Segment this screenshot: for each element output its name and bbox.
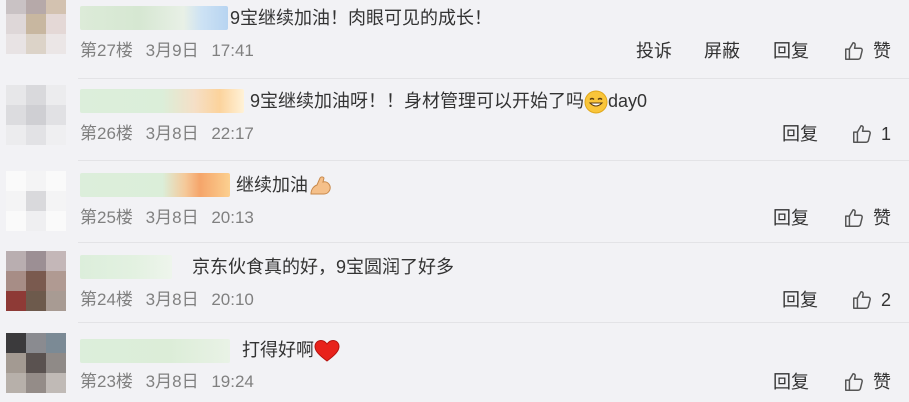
- comment-item: 继续加油 第25楼 3月8日 20:13 回复 赞: [0, 161, 909, 241]
- comment-time: 22:17: [211, 124, 254, 143]
- avatar[interactable]: [6, 251, 66, 311]
- like-count: 2: [880, 290, 891, 310]
- floor-number: 第24楼: [80, 290, 133, 309]
- block-button[interactable]: 屏蔽: [704, 40, 740, 62]
- thumbs-up-icon: [845, 42, 863, 60]
- username[interactable]: [80, 89, 244, 113]
- floor-number: 第27楼: [80, 41, 133, 60]
- comment-text: 9宝继续加油！肉眼可见的成长！: [230, 8, 493, 28]
- username[interactable]: [80, 339, 230, 363]
- reply-button[interactable]: 回复: [782, 289, 818, 311]
- flexed-arm-emoji: [310, 176, 331, 195]
- thumbs-up-icon: [845, 373, 863, 391]
- like-count: 赞: [873, 41, 891, 61]
- report-button[interactable]: 投诉: [636, 40, 672, 62]
- username[interactable]: [80, 6, 228, 30]
- like-button[interactable]: 赞: [843, 371, 891, 393]
- grin-emoji: [584, 90, 608, 114]
- like-button[interactable]: 赞: [843, 207, 891, 229]
- comment-item: 打得好啊 第23楼 3月8日 19:24 回复 赞: [0, 323, 909, 402]
- comment-list: 9宝继续加油！肉眼可见的成长！ 第27楼 3月9日 17:41 投诉 屏蔽 回复…: [0, 0, 909, 402]
- comment-date: 3月8日: [145, 208, 199, 227]
- comment-item: 9宝继续加油！肉眼可见的成长！ 第27楼 3月9日 17:41 投诉 屏蔽 回复…: [0, 0, 909, 78]
- comment-time: 20:10: [211, 290, 254, 309]
- like-count: 1: [880, 124, 891, 144]
- floor-info: 第25楼 3月8日 20:13: [80, 207, 254, 229]
- comment-item: 9宝继续加油呀！！身材管理可以开始了吗 day0 第26楼 3月8日 22:17 …: [0, 79, 909, 159]
- like-button[interactable]: 赞: [843, 40, 891, 62]
- floor-info: 第23楼 3月8日 19:24: [80, 371, 254, 393]
- thumbs-up-icon: [853, 125, 871, 143]
- avatar[interactable]: [6, 171, 66, 231]
- floor-info: 第26楼 3月8日 22:17: [80, 123, 254, 145]
- comment-date: 3月8日: [145, 124, 199, 143]
- like-button[interactable]: 2: [851, 289, 891, 311]
- reply-button[interactable]: 回复: [782, 123, 818, 145]
- reply-button[interactable]: 回复: [773, 40, 809, 62]
- comment-time: 19:24: [211, 372, 254, 391]
- avatar[interactable]: [6, 333, 66, 393]
- comment-text: 京东伙食真的好，9宝圆润了好多: [192, 257, 455, 277]
- floor-number: 第25楼: [80, 208, 133, 227]
- username[interactable]: [80, 255, 172, 279]
- reply-button[interactable]: 回复: [773, 207, 809, 229]
- comment-item: 京东伙食真的好，9宝圆润了好多 第24楼 3月8日 20:10 回复 2: [0, 243, 909, 321]
- comment-text: 继续加油: [236, 173, 334, 198]
- comment-date: 3月8日: [145, 372, 199, 391]
- thumbs-up-icon: [853, 291, 871, 309]
- comment-date: 3月9日: [145, 41, 199, 60]
- like-count: 赞: [873, 208, 891, 228]
- floor-number: 第23楼: [80, 372, 133, 391]
- username[interactable]: [80, 173, 230, 197]
- floor-info: 第27楼 3月9日 17:41: [80, 40, 254, 62]
- avatar[interactable]: [6, 0, 66, 54]
- comment-text: 9宝继续加油呀！！身材管理可以开始了吗 day0: [250, 89, 647, 114]
- thumbs-up-icon: [845, 209, 863, 227]
- floor-info: 第24楼 3月8日 20:10: [80, 289, 254, 311]
- comment-time: 20:13: [211, 208, 254, 227]
- comment-text: 打得好啊: [242, 338, 340, 363]
- avatar[interactable]: [6, 85, 66, 145]
- like-count: 赞: [873, 372, 891, 392]
- red-heart-emoji: [314, 340, 340, 362]
- like-button[interactable]: 1: [851, 123, 891, 145]
- reply-button[interactable]: 回复: [773, 371, 809, 393]
- floor-number: 第26楼: [80, 124, 133, 143]
- comment-time: 17:41: [211, 41, 254, 60]
- comment-date: 3月8日: [145, 290, 199, 309]
